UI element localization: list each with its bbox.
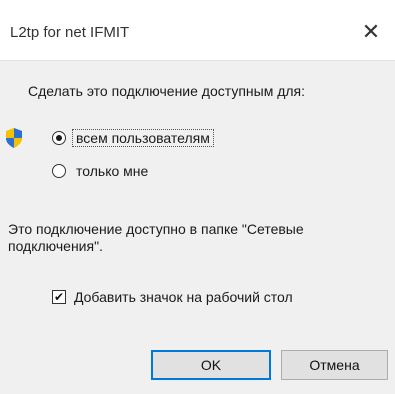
ok-button[interactable]: OK (151, 350, 271, 380)
add-desktop-shortcut-label: Добавить значок на рабочий стол (74, 289, 293, 305)
info-text: Это подключение доступно в папке "Сетевы… (8, 221, 304, 254)
radio-all-users[interactable]: всем пользователям (52, 129, 214, 147)
uac-shield-icon (6, 128, 22, 148)
connection-availability-dialog: L2tp for net IFMIT ✕ Сделать это подключ… (0, 0, 395, 394)
availability-prompt: Сделать это подключение доступным для: (28, 83, 306, 99)
title-bar: L2tp for net IFMIT ✕ (0, 0, 395, 60)
add-desktop-shortcut-checkbox[interactable]: ✔ (52, 290, 66, 304)
checkmark-icon: ✔ (53, 290, 65, 304)
cancel-button[interactable]: Отмена (281, 350, 388, 380)
radio-only-me[interactable]: только мне (52, 163, 148, 179)
radio-label-all-users: всем пользователям (72, 129, 214, 147)
add-desktop-shortcut-option[interactable]: ✔ Добавить значок на рабочий стол (52, 289, 293, 305)
close-icon: ✕ (361, 19, 381, 44)
radio-button-all-users[interactable] (52, 131, 66, 145)
radio-label-only-me: только мне (76, 163, 149, 179)
dialog-body: Сделать это подключение доступным для: в… (0, 60, 395, 394)
dialog-title: L2tp for net IFMIT (10, 24, 130, 41)
radio-button-only-me[interactable] (52, 164, 66, 178)
close-button[interactable]: ✕ (353, 14, 389, 50)
